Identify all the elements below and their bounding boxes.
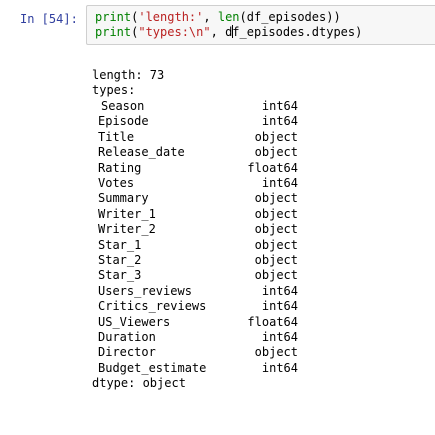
dtype-row: Summary object: [92, 191, 302, 206]
column-dtype: object: [254, 345, 298, 360]
column-dtype: int64: [261, 176, 298, 190]
dtype-row: Critics_reviews int64: [92, 299, 302, 314]
dtype-row: Rating float64: [92, 161, 302, 176]
dtype-row: Release_date object: [92, 145, 302, 160]
code-cell-output: length: 73 types: Season int64 Episode int6…: [86, 68, 435, 428]
column-dtype: int64: [261, 330, 298, 344]
dtype-row: Title object: [92, 130, 302, 145]
column-dtype: object: [254, 268, 298, 283]
dtype-row: US_Viewers float64: [92, 315, 302, 330]
dtype-row: Duration int64: [92, 330, 302, 345]
dtype-row: Star_3 object: [92, 268, 302, 283]
column-dtype: object: [254, 253, 298, 267]
column-dtype: int64: [261, 283, 298, 298]
code-token-len: len: [217, 10, 240, 24]
dtype-row: Writer_2 object: [92, 222, 302, 237]
dtype-row: Votes int64: [92, 176, 302, 191]
dtype-row: Season int64: [92, 99, 302, 114]
output-dtype-line: dtype: object: [92, 376, 186, 391]
column-dtype: object: [254, 206, 298, 221]
dtype-row: Episode int64: [92, 114, 302, 129]
dtype-row: Users_reviews int64: [92, 284, 302, 299]
dtype-row: Star_1 object: [92, 238, 302, 253]
column-dtype: object: [254, 191, 298, 206]
column-dtype: object: [254, 237, 298, 252]
code-token-comma: ,: [203, 10, 218, 24]
dtype-row: Writer_1 object: [92, 207, 302, 222]
column-dtype: int64: [261, 99, 298, 113]
output-types-line: types:: [92, 83, 136, 97]
column-dtype: object: [254, 222, 298, 237]
code-editor[interactable]: print('length:', len(df_episodes)) print…: [86, 5, 435, 45]
code-token-string: "types:\n": [138, 25, 211, 39]
code-cell-input: In [54]: print('length:', len(df_episode…: [0, 0, 435, 50]
column-dtype: int64: [261, 360, 298, 375]
code-line-2: print("types:\n", df_episodes.dtypes): [95, 25, 362, 40]
code-token-print: print: [95, 25, 132, 39]
dtype-row: Director object: [92, 345, 302, 360]
input-prompt: In [54]:: [20, 12, 78, 26]
column-dtype: object: [254, 145, 298, 160]
code-token-arg-end: f_episodes.dtypes): [232, 25, 363, 39]
output-length-line: length: 73: [92, 68, 165, 82]
code-token-comma: ,: [210, 25, 226, 39]
column-dtype: float64: [247, 314, 298, 329]
dtype-row: Star_2 object: [92, 253, 302, 268]
column-dtype: int64: [261, 114, 298, 129]
code-line-1: print('length:', len(df_episodes)): [95, 10, 341, 25]
column-dtype: float64: [247, 160, 298, 175]
column-dtype: int64: [261, 299, 298, 314]
code-token-print: print: [95, 10, 132, 24]
column-dtype: object: [254, 129, 298, 144]
dtype-row: Budget_estimate int64: [92, 361, 302, 376]
code-token-string: 'length:': [138, 10, 204, 24]
code-token-args: (df_episodes)): [239, 10, 341, 24]
